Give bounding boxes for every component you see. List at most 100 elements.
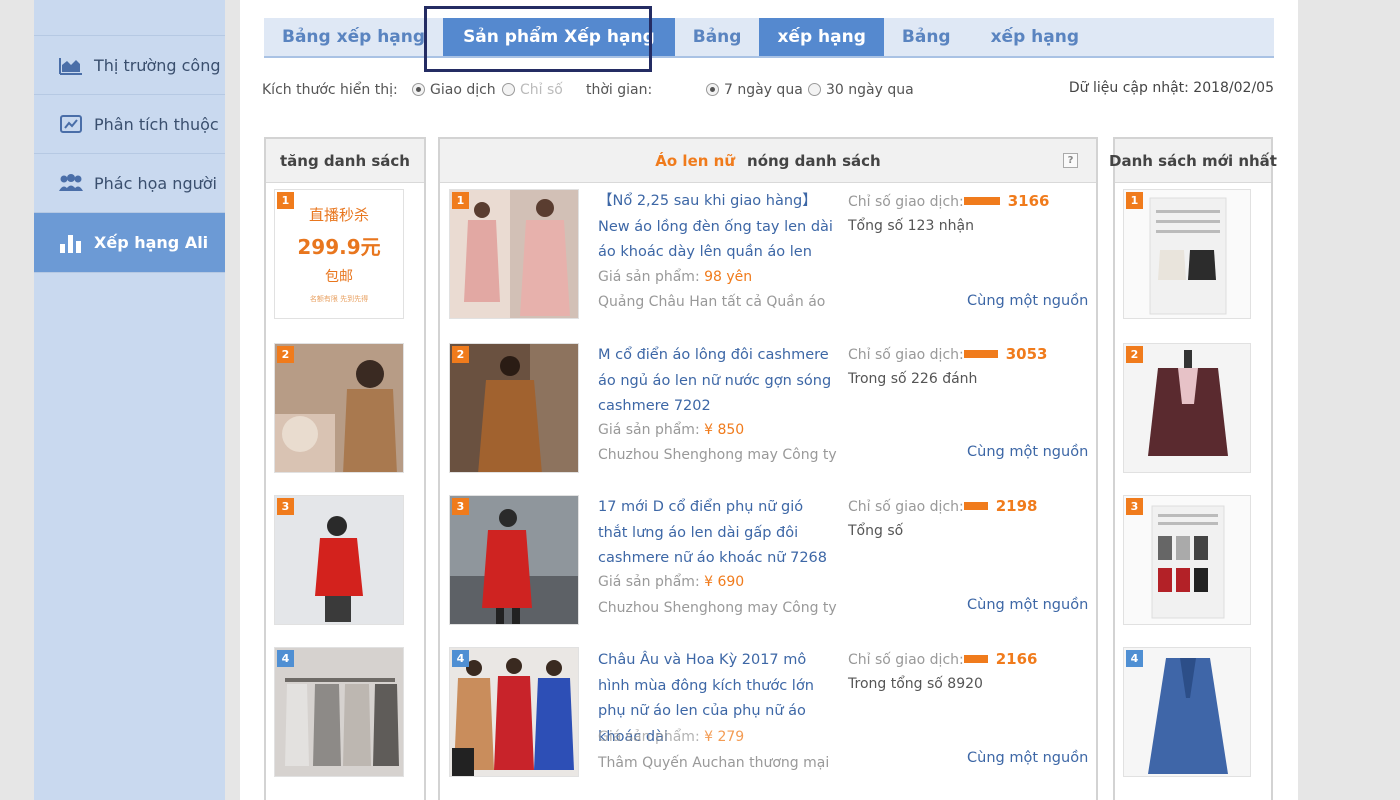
- same-source-link-3[interactable]: Cùng một nguồn: [967, 597, 1088, 613]
- total-count-1: Tổng số 123 nhận: [848, 218, 975, 234]
- rising-list: tăng danh sách 1 直播秒杀 299.9元 包邮 名额有限 先到先…: [264, 137, 426, 800]
- product-photo: [450, 190, 578, 318]
- rank-badge: 1: [277, 192, 294, 209]
- same-source-link-2[interactable]: Cùng một nguồn: [967, 444, 1088, 460]
- rank-badge: 1: [1126, 192, 1143, 209]
- same-source-link-1[interactable]: Cùng một nguồn: [967, 293, 1088, 309]
- total-count-4: Trong tổng số 8920: [848, 676, 983, 692]
- radio-index[interactable]: Chỉ số: [502, 82, 563, 98]
- newest-item-3[interactable]: 3: [1123, 495, 1251, 625]
- hot-list: Áo len nữ nóng danh sách ? 1 【Nổ 2,25 sa…: [438, 137, 1098, 800]
- analysis-icon: [58, 113, 84, 135]
- hot-list-title: Áo len nữ nóng danh sách ?: [440, 139, 1096, 183]
- trade-index-2: Chỉ số giao dịch: 3053: [848, 345, 1048, 363]
- product-photo: [450, 344, 578, 472]
- radio-30-days[interactable]: 30 ngày qua: [808, 82, 914, 98]
- product-photo: [1124, 496, 1250, 624]
- total-count-3: Tổng số: [848, 523, 904, 539]
- product-photo: [275, 344, 403, 472]
- radio-icon: [706, 83, 719, 96]
- rank-badge: 4: [277, 650, 294, 667]
- newest-list: Danh sách mới nhất 1 2 3 4: [1109, 137, 1277, 800]
- product-title-3[interactable]: 17 mới D cổ điển phụ nữ gió thắt lưng áo…: [598, 495, 834, 572]
- rank-badge: 2: [452, 346, 469, 363]
- tab-board-3[interactable]: Bảng: [884, 18, 969, 56]
- promo-banner: 直播秒杀 299.9元 包邮 名额有限 先到先得: [275, 190, 403, 318]
- tab-focus-outline: [424, 6, 652, 72]
- newest-item-4[interactable]: 4: [1123, 647, 1251, 777]
- sidebar-item-persona[interactable]: Phác họa người: [34, 154, 225, 213]
- radio-icon: [502, 83, 515, 96]
- rank-badge: 3: [277, 498, 294, 515]
- rank-badge: 3: [452, 498, 469, 515]
- trade-index-3: Chỉ số giao dịch: 2198: [848, 497, 1038, 515]
- product-title-1[interactable]: 【Nổ 2,25 sau khi giao hàng】 New áo lồng …: [598, 189, 834, 266]
- product-image-4[interactable]: 4: [449, 647, 579, 777]
- product-shop-2[interactable]: Chuzhou Shenghong may Công ty: [598, 447, 837, 463]
- product-photo: [1124, 648, 1250, 776]
- rising-item-4[interactable]: 4: [274, 647, 404, 777]
- radio-trade[interactable]: Giao dịch: [412, 82, 496, 98]
- rank-badge: 4: [452, 650, 469, 667]
- product-photo: [450, 648, 578, 776]
- product-image-2[interactable]: 2: [449, 343, 579, 473]
- rank-badge: 4: [1126, 650, 1143, 667]
- sidebar-item-label: Thị trường công: [94, 55, 221, 75]
- people-icon: [58, 172, 84, 194]
- radio-icon: [808, 83, 821, 96]
- product-photo: [1124, 190, 1250, 318]
- rank-badge: 2: [277, 346, 294, 363]
- product-shop-3[interactable]: Chuzhou Shenghong may Công ty: [598, 600, 837, 616]
- hot-category: Áo len nữ: [655, 151, 736, 170]
- sidebar-item-market[interactable]: Thị trường công: [34, 36, 225, 95]
- product-shop-4[interactable]: Thâm Quyến Auchan thương mại: [598, 755, 829, 771]
- filter-bar: Kích thước hiển thị: Giao dịch Chỉ số th…: [262, 80, 1274, 104]
- sidebar-item-label: Xếp hạng Ali: [94, 233, 209, 252]
- trade-index-1: Chỉ số giao dịch: 3166: [848, 192, 1050, 210]
- rank-badge: 1: [452, 192, 469, 209]
- trade-index-4: Chỉ số giao dịch: 2166: [848, 650, 1038, 668]
- product-price-4: Giá sản phẩm: ¥ 279: [598, 729, 745, 745]
- product-photo: [275, 496, 403, 624]
- tab-ranking-2[interactable]: xếp hạng: [759, 18, 884, 56]
- area-chart-icon: [58, 54, 84, 76]
- product-photo: [275, 648, 403, 776]
- total-count-2: Trong số 226 đánh: [848, 371, 978, 387]
- newest-item-2[interactable]: 2: [1123, 343, 1251, 473]
- update-date: Dữ liệu cập nhật: 2018/02/05: [1068, 80, 1274, 96]
- product-image-1[interactable]: 1: [449, 189, 579, 319]
- help-icon[interactable]: ?: [1063, 153, 1078, 168]
- tab-ranking-3[interactable]: xếp hạng: [969, 18, 1097, 56]
- product-photo: [450, 496, 578, 624]
- sidebar-item-analysis[interactable]: Phân tích thuộc: [34, 95, 225, 154]
- radio-icon: [412, 83, 425, 96]
- sidebar-item-label: Phân tích thuộc: [94, 114, 219, 134]
- rising-item-2[interactable]: 2: [274, 343, 404, 473]
- product-price-3: Giá sản phẩm: ¥ 690: [598, 574, 745, 590]
- ranking-tabs: Bảng xếp hạng Sản phẩm Xếp hạng Bảng xếp…: [264, 6, 1274, 72]
- rising-item-1[interactable]: 1 直播秒杀 299.9元 包邮 名额有限 先到先得: [274, 189, 404, 319]
- sidebar-top: [34, 0, 225, 36]
- product-title-2[interactable]: M cổ điển áo lông đôi cashmere áo ngủ áo…: [598, 343, 834, 420]
- rising-item-3[interactable]: 3: [274, 495, 404, 625]
- hot-title-text: nóng danh sách: [747, 151, 881, 170]
- newest-list-title: Danh sách mới nhất: [1109, 139, 1277, 183]
- product-photo: [1124, 344, 1250, 472]
- main-panel: Bảng xếp hạng Sản phẩm Xếp hạng Bảng xếp…: [240, 0, 1298, 800]
- rank-badge: 2: [1126, 346, 1143, 363]
- time-label: thời gian:: [586, 82, 653, 98]
- same-source-link-4[interactable]: Cùng một nguồn: [967, 750, 1088, 766]
- bar-chart-icon: [58, 232, 84, 254]
- product-image-3[interactable]: 3: [449, 495, 579, 625]
- sidebar-item-label: Phác họa người: [94, 173, 217, 193]
- tab-board-2[interactable]: Bảng: [675, 18, 760, 56]
- product-shop-1[interactable]: Quảng Châu Han tất cả Quần áo: [598, 294, 825, 310]
- newest-item-1[interactable]: 1: [1123, 189, 1251, 319]
- radio-7-days[interactable]: 7 ngày qua: [706, 82, 803, 98]
- rank-badge: 3: [1126, 498, 1143, 515]
- sidebar: Thị trường công Phân tích thuộc Phác họa…: [34, 0, 225, 800]
- product-price-2: Giá sản phẩm: ¥ 850: [598, 422, 745, 438]
- tab-ranking-board[interactable]: Bảng xếp hạng: [264, 18, 443, 56]
- sidebar-item-ali-ranking[interactable]: Xếp hạng Ali: [34, 213, 225, 273]
- size-label: Kích thước hiển thị:: [262, 82, 398, 98]
